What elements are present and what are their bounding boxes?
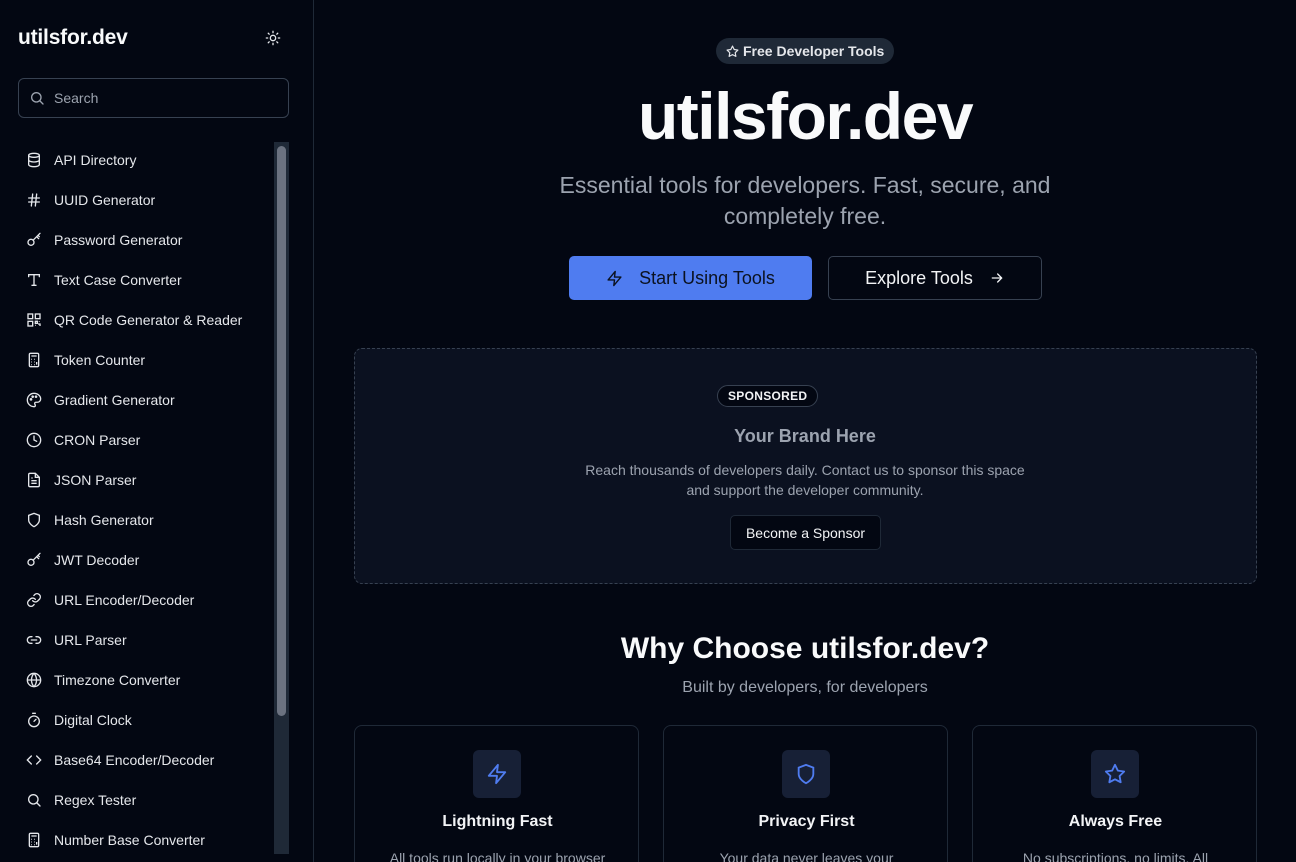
main-content: Free Developer Tools utilsfor.dev Essent…	[314, 0, 1296, 862]
sidebar-item-label: Text Case Converter	[54, 272, 182, 288]
globe-icon	[26, 672, 42, 688]
feature-title: Privacy First	[758, 813, 855, 830]
hash-icon	[28, 193, 40, 207]
search-icon	[28, 794, 41, 807]
sidebar-item-label: Base64 Encoder/Decoder	[54, 752, 215, 768]
sidebar-item-digital-clock[interactable]: Digital Clock	[18, 700, 274, 740]
sidebar-item-label: Digital Clock	[54, 712, 132, 728]
sidebar-item-label: Regex Tester	[54, 792, 137, 808]
sidebar-item-url-parser[interactable]: URL Parser	[18, 620, 274, 660]
search-icon	[31, 92, 44, 105]
calculator-icon	[28, 352, 40, 368]
shield-icon	[28, 512, 40, 528]
feature-text: All tools run locally in your browser	[389, 850, 606, 862]
sponsored-badge: SPONSORED	[717, 385, 819, 407]
file-text-icon	[28, 472, 40, 488]
code-icon	[26, 755, 42, 765]
theme-toggle-button[interactable]	[261, 26, 285, 50]
sponsor-text: Reach thousands of developers daily. Con…	[585, 462, 1025, 498]
feature-icon-box	[782, 750, 830, 798]
sidebar-item-label: Timezone Converter	[54, 672, 181, 688]
sidebar-item-jwt-decoder[interactable]: JWT Decoder	[18, 540, 274, 580]
sidebar-item-label: URL Encoder/Decoder	[54, 592, 195, 608]
badge-label: Free Developer Tools	[743, 43, 885, 59]
tool-nav: API Directory UUID Generator Password Ge…	[18, 140, 274, 862]
feature-card-privacy: Privacy First Your data never leaves you…	[663, 725, 948, 862]
star-icon	[1104, 763, 1126, 784]
sidebar-scrollbar[interactable]	[274, 142, 289, 854]
free-tools-badge: Free Developer Tools	[716, 38, 895, 64]
link-2-icon	[26, 636, 42, 644]
sidebar-item-json-parser[interactable]: JSON Parser	[18, 460, 274, 500]
sidebar-item-label: QR Code Generator & Reader	[54, 312, 243, 328]
feature-icon-box	[1091, 750, 1139, 798]
feature-card-fast: Lightning Fast All tools run locally in …	[354, 725, 639, 862]
feature-text: Your data never leaves your	[719, 850, 894, 862]
sidebar-item-api-directory[interactable]: API Directory	[18, 140, 274, 180]
type-icon	[28, 274, 40, 286]
timer-icon	[28, 712, 40, 728]
sidebar-item-label: Number Base Converter	[54, 832, 205, 848]
button-label: Start Using Tools	[639, 267, 775, 288]
sidebar-item-text-case-converter[interactable]: Text Case Converter	[18, 260, 274, 300]
feature-card-free: Always Free No subscriptions, no limits.…	[972, 725, 1257, 862]
sidebar-item-label: UUID Generator	[54, 192, 156, 208]
scrollbar-thumb[interactable]	[277, 146, 286, 716]
sidebar: utilsfor.dev API Directory UUID Generato…	[0, 0, 314, 862]
shield-icon	[797, 763, 815, 785]
sidebar-item-label: JSON Parser	[54, 472, 137, 488]
explore-tools-button[interactable]: Explore Tools	[828, 256, 1042, 300]
calculator-icon	[28, 832, 40, 848]
key-icon	[27, 232, 41, 246]
sidebar-item-cron-parser[interactable]: CRON Parser	[18, 420, 274, 460]
sidebar-item-label: API Directory	[54, 152, 137, 168]
star-icon	[726, 44, 739, 57]
sidebar-item-label: URL Parser	[54, 632, 127, 648]
sidebar-item-number-base-converter[interactable]: Number Base Converter	[18, 820, 274, 860]
sidebar-item-password-generator[interactable]: Password Generator	[18, 220, 274, 260]
database-icon	[28, 152, 40, 168]
feature-title: Lightning Fast	[442, 813, 553, 830]
why-title: Why Choose utilsfor.dev?	[620, 632, 990, 665]
hero-subtitle: Essential tools for developers. Fast, se…	[559, 172, 1051, 229]
become-sponsor-button[interactable]: Become a Sponsor	[730, 515, 881, 550]
palette-icon	[26, 392, 42, 408]
sidebar-item-url-encoder[interactable]: URL Encoder/Decoder	[18, 580, 274, 620]
start-using-tools-button[interactable]: Start Using Tools	[569, 256, 812, 300]
sponsor-title: Your Brand Here	[734, 426, 876, 446]
hero-title: utilsfor.dev	[637, 79, 974, 153]
zap-icon	[487, 763, 507, 785]
feature-title: Always Free	[1068, 813, 1163, 830]
sidebar-item-timezone-converter[interactable]: Timezone Converter	[18, 660, 274, 700]
sidebar-item-regex-tester[interactable]: Regex Tester	[18, 780, 274, 820]
search-input[interactable]	[54, 90, 274, 106]
sidebar-item-qr-code[interactable]: QR Code Generator & Reader	[18, 300, 274, 340]
sidebar-item-hash-generator[interactable]: Hash Generator	[18, 500, 274, 540]
sidebar-item-label: Password Generator	[54, 232, 183, 248]
search-box	[18, 78, 289, 118]
sidebar-item-label: Token Counter	[54, 352, 146, 368]
button-label: Explore Tools	[865, 267, 973, 288]
sidebar-brand[interactable]: utilsfor.dev	[18, 26, 128, 50]
qr-code-icon	[27, 313, 41, 327]
key-icon	[27, 552, 41, 566]
why-subtitle: Built by developers, for developers	[682, 679, 928, 696]
clock-icon	[26, 432, 42, 448]
sidebar-item-gradient-generator[interactable]: Gradient Generator	[18, 380, 274, 420]
sidebar-item-label: JWT Decoder	[54, 552, 140, 568]
arrow-right-icon	[991, 273, 1003, 283]
link-icon	[27, 593, 41, 607]
sidebar-item-label: Gradient Generator	[54, 392, 175, 408]
feature-icon-box	[473, 750, 521, 798]
sidebar-item-label: Hash Generator	[54, 512, 154, 528]
sidebar-item-token-counter[interactable]: Token Counter	[18, 340, 274, 380]
sidebar-item-label: CRON Parser	[54, 432, 141, 448]
sun-icon	[265, 30, 281, 46]
zap-icon	[607, 270, 622, 286]
sidebar-item-base64[interactable]: Base64 Encoder/Decoder	[18, 740, 274, 780]
sidebar-item-uuid-generator[interactable]: UUID Generator	[18, 180, 274, 220]
feature-text: No subscriptions, no limits. All	[1022, 850, 1209, 862]
